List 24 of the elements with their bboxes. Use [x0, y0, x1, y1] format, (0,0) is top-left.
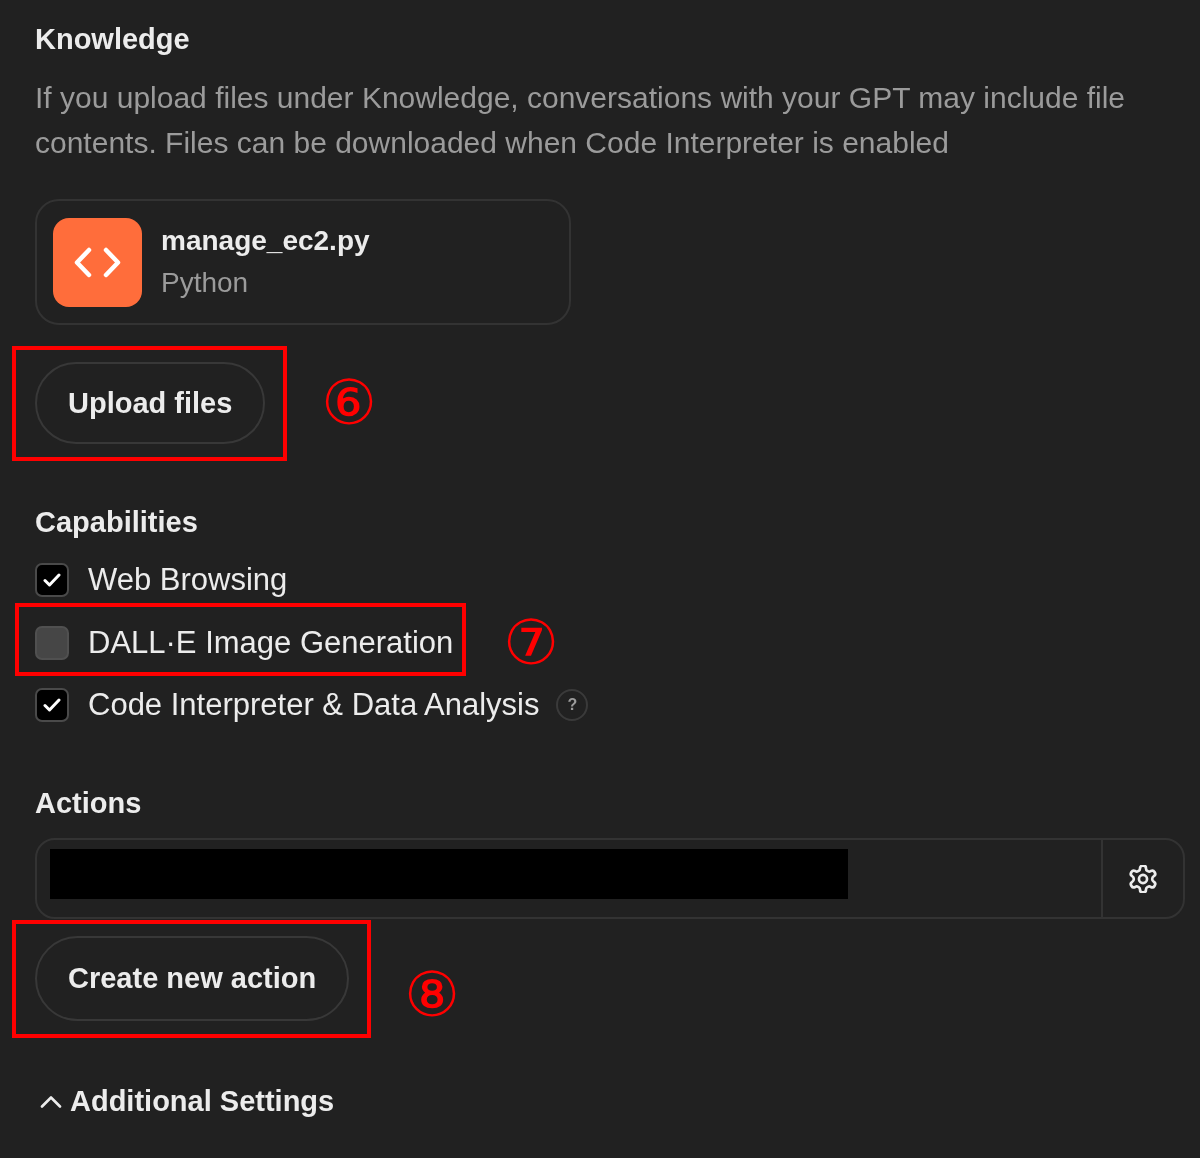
- checkbox-label: DALL·E Image Generation: [88, 623, 454, 662]
- callout-number: ⑧: [404, 964, 460, 1026]
- checkbox[interactable]: [35, 625, 69, 660]
- callout-number: ⑦: [503, 611, 559, 674]
- create-action-button[interactable]: Create new action: [35, 935, 350, 1021]
- section-title: Knowledge: [35, 22, 191, 57]
- checkbox[interactable]: [35, 563, 69, 597]
- description-text: If you upload files under Knowledge, conversations with your GPT may include file contents. Files can be downloaded when Code Interpreter is enabled: [35, 80, 1127, 161]
- section-title: Capabilities: [35, 505, 199, 540]
- checkbox-label: Web Browsing: [88, 561, 288, 599]
- upload-button[interactable]: Upload files: [35, 362, 266, 444]
- section-title: Actions: [35, 786, 143, 821]
- checkbox-label: Code Interpreter & Data Analysis: [88, 686, 540, 724]
- checkmark-icon: [43, 573, 61, 587]
- callout-number: ⑥: [321, 372, 377, 434]
- help-icon[interactable]: ?: [556, 689, 589, 721]
- chevron-up-icon: [40, 1094, 62, 1108]
- file-type: Python: [161, 266, 250, 300]
- checkbox[interactable]: [35, 688, 69, 722]
- additional-settings-toggle[interactable]: Additional Settings: [40, 1082, 335, 1120]
- file-name: manage_ec2.py: [161, 224, 370, 258]
- code-brackets-icon: [53, 217, 142, 307]
- settings-icon: [1129, 864, 1157, 893]
- checkmark-icon: [43, 698, 61, 712]
